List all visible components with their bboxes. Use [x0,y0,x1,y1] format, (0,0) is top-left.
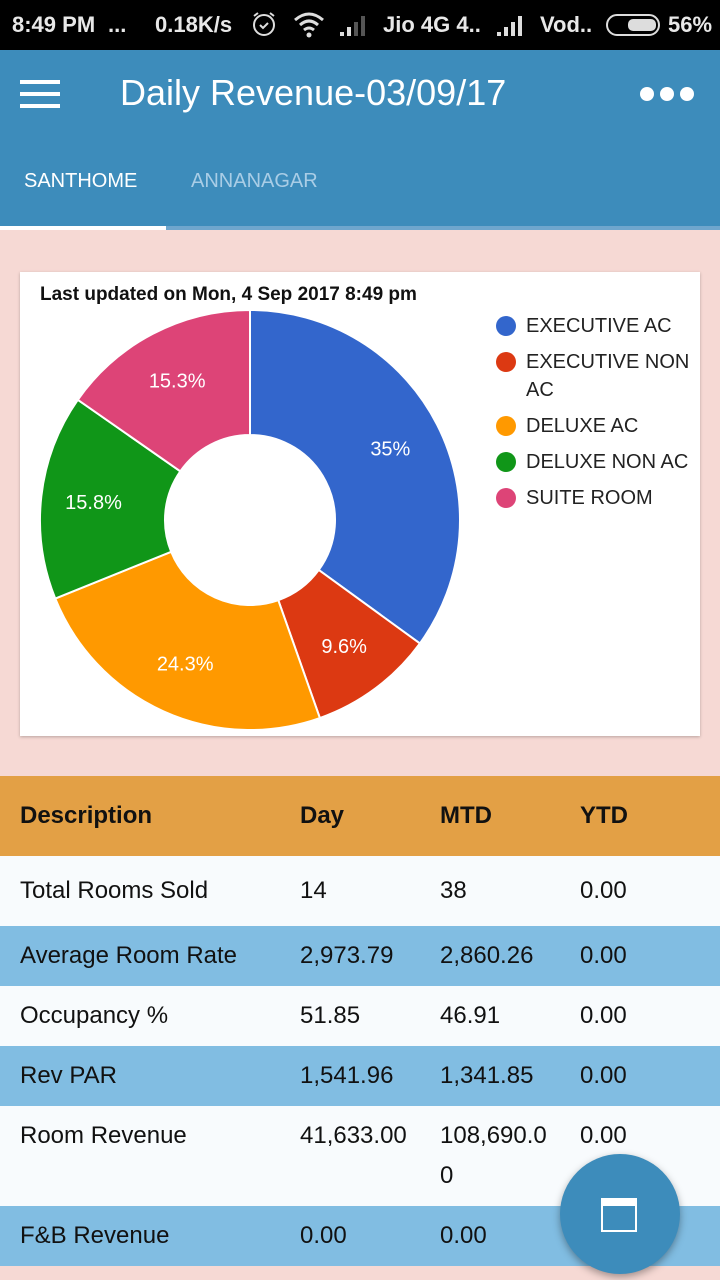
table-row: Total Rooms Sold 14 38 0.00 [0,856,720,926]
chart-card: Last updated on Mon, 4 Sep 2017 8:49 pm … [20,272,700,736]
pie-label: 35% [370,438,410,460]
donut-chart: 35% 9.6% 24.3% 15.8% 15.3% [39,308,461,731]
status-time: 8:49 PM [12,12,96,37]
header-ytd: YTD [580,802,628,829]
header-description: Description [20,802,153,829]
network-speed: 0.18K/s [155,12,233,37]
app-bar: Daily Revenue-03/09/17 [0,50,720,230]
more-options-button[interactable] [640,87,694,101]
legend-item[interactable]: SUITE ROOM [496,484,706,512]
legend-color-dot [496,316,516,336]
legend-item[interactable]: DELUXE NON AC [496,448,706,476]
legend-color-dot [496,488,516,508]
pie-label: 24.3% [157,654,214,676]
chart-legend: EXECUTIVE AC EXECUTIVE NON AC DELUXE AC DEL… [496,312,706,520]
legend-label: EXECUTIVE AC [526,315,672,337]
menu-button[interactable] [20,80,60,108]
alarm-icon [250,10,278,44]
signal-icon-2 [495,12,529,44]
tab-annanagar[interactable]: ANNANAGAR [191,170,318,193]
battery-icon [606,14,662,42]
pie-label: 15.8% [65,492,122,514]
page-title: Daily Revenue-03/09/17 [120,72,507,113]
legend-label: SUITE ROOM [526,487,653,509]
status-dots: ... [108,12,127,37]
calendar-button[interactable] [560,1154,680,1274]
signal-icon-1 [338,12,372,44]
legend-label: DELUXE AC [526,415,639,437]
header-day: Day [300,802,345,829]
tab-indicator [0,226,166,230]
tab-santhome[interactable]: SANTHOME [24,170,137,193]
legend-color-dot [496,452,516,472]
carrier-2: Vod.. [540,12,593,37]
legend-item[interactable]: DELUXE AC [496,412,706,440]
legend-item[interactable]: EXECUTIVE AC [496,312,706,340]
header-mtd: MTD [440,802,492,829]
table-row: Average Room Rate 2,973.79 2,860.26 0.00 [0,926,720,986]
legend-color-dot [496,416,516,436]
more-icon [640,87,654,101]
table-row: Occupancy % 51.85 46.91 0.00 [0,986,720,1046]
legend-item[interactable]: EXECUTIVE NON AC [496,348,706,404]
pie-slice-executive-ac[interactable] [249,308,461,645]
status-bar: 8:49 PM ... 0.18K/s Jio 4G 4.. Vod.. 56% [0,0,720,50]
menu-icon [20,80,60,84]
pie-label: 9.6% [321,636,367,658]
legend-color-dot [496,352,516,372]
legend-label: EXECUTIVE NON AC [526,351,690,401]
calendar-icon [601,1198,637,1232]
table-header: Description Day MTD YTD [0,776,720,856]
table-row: Rev PAR 1,541.96 1,341.85 0.00 [0,1046,720,1106]
legend-label: DELUXE NON AC [526,451,689,473]
pie-label: 15.3% [149,370,206,392]
carrier-1: Jio 4G 4.. [383,12,481,37]
battery-percent: 56% [668,12,713,37]
wifi-icon [292,10,326,44]
